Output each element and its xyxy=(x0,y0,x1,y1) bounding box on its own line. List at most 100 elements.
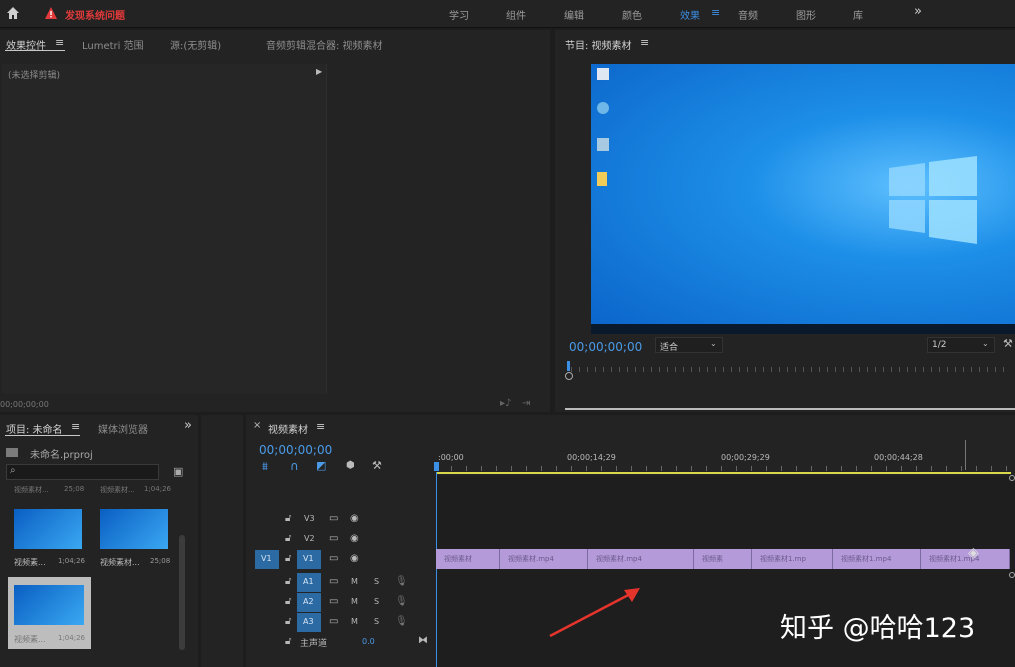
program-scrubber[interactable] xyxy=(565,361,1015,380)
desktop-icon xyxy=(597,68,609,80)
workspace-audio[interactable]: 音频 xyxy=(738,7,758,22)
workspace-assembly[interactable]: 组件 xyxy=(506,7,526,22)
track-target-a2[interactable]: A2 xyxy=(297,593,321,612)
master-volume[interactable]: 0.0 xyxy=(362,637,375,646)
workspace-learn[interactable]: 学习 xyxy=(449,7,469,22)
alert-text[interactable]: 发现系统问题 xyxy=(65,7,125,22)
panel-menu-icon[interactable]: ≡ xyxy=(71,420,80,433)
track-header-v1: V1 🔓︎ V1 ▭ ◉ xyxy=(247,550,435,570)
sync-lock-icon[interactable]: ▭ xyxy=(329,576,338,587)
fit-dropdown[interactable]: 适合 ⌄ xyxy=(655,337,723,353)
workspace-graphics[interactable]: 图形 xyxy=(796,7,816,22)
scroll-handle[interactable] xyxy=(565,372,573,380)
linked-selection-icon[interactable]: ◩ xyxy=(316,459,326,472)
solo-button[interactable]: S xyxy=(374,577,379,586)
sync-lock-icon[interactable]: ▭ xyxy=(329,596,338,607)
mute-button[interactable]: M xyxy=(351,617,358,626)
item-name: 视频素... xyxy=(14,558,46,567)
microphone-icon[interactable]: 🎙︎ xyxy=(395,576,408,587)
track-target-a3[interactable]: A3 xyxy=(297,613,321,632)
lock-icon[interactable]: 🔓︎ xyxy=(285,616,291,627)
new-bin-icon[interactable]: ▣ xyxy=(173,465,183,478)
tab-audio-clip-mixer[interactable]: 音频剪辑混合器: 视频素材 xyxy=(266,37,383,52)
track-scroll-handle[interactable] xyxy=(1009,475,1015,481)
sync-lock-icon[interactable]: ▭ xyxy=(329,513,338,524)
eye-icon[interactable]: ◉ xyxy=(350,553,359,564)
resolution-dropdown[interactable]: 1/2 ⌄ xyxy=(927,337,995,353)
source-patch-v1[interactable]: V1 xyxy=(255,550,279,569)
sync-lock-icon[interactable]: ▭ xyxy=(329,553,338,564)
more-panels-icon[interactable]: » xyxy=(184,418,192,433)
eye-icon[interactable]: ◉ xyxy=(350,533,359,544)
export-audio-icon[interactable]: ▸♪ xyxy=(500,398,511,409)
snap-icon[interactable]: ∩ xyxy=(290,459,299,473)
settings-wrench-icon[interactable]: ⚒ xyxy=(372,459,382,472)
taskbar xyxy=(591,324,1015,334)
work-area-bar[interactable] xyxy=(436,472,1011,474)
video-clip[interactable]: 视频素材.mp4 xyxy=(500,549,588,569)
timeline-title[interactable]: 视频素材 xyxy=(268,421,308,436)
project-item[interactable]: 视频素... 1;04;26 xyxy=(8,577,91,649)
solo-button[interactable]: S xyxy=(374,597,379,606)
panel-menu-icon[interactable]: ≡ xyxy=(316,420,325,433)
tab-lumetri-scopes[interactable]: Lumetri 范围 xyxy=(82,37,144,52)
nest-icon[interactable]: ⩩ xyxy=(262,460,268,474)
sync-lock-icon[interactable]: ▭ xyxy=(329,616,338,627)
solo-button[interactable]: S xyxy=(374,617,379,626)
video-frame[interactable] xyxy=(591,64,1015,334)
search-input[interactable]: ⌕ xyxy=(6,464,159,480)
warning-icon[interactable] xyxy=(44,6,58,20)
timeline-timecode[interactable]: 00;00;00;00 xyxy=(259,443,332,457)
program-timecode[interactable]: 00;00;00;00 xyxy=(569,340,642,354)
track-scroll-handle[interactable] xyxy=(1009,572,1015,578)
video-clip[interactable]: 视频素材 xyxy=(436,549,500,569)
project-item[interactable]: 视频素材... 25;08 xyxy=(94,503,174,571)
workspace-effects[interactable]: 效果 xyxy=(680,7,700,22)
workspace-color[interactable]: 颜色 xyxy=(622,7,642,22)
menu-icon[interactable]: ≡ xyxy=(711,6,720,19)
workspace-libraries[interactable]: 库 xyxy=(853,7,863,22)
eye-icon[interactable]: ◉ xyxy=(350,513,359,524)
project-item[interactable]: 视频素... 1;04;26 xyxy=(8,503,88,571)
workspace-edit[interactable]: 编辑 xyxy=(564,7,584,22)
lock-icon[interactable]: 🔓︎ xyxy=(285,576,291,587)
razor-cursor-icon: ◈ xyxy=(968,545,979,561)
track-target-a1[interactable]: A1 xyxy=(297,573,321,592)
project-scrollbar[interactable] xyxy=(179,535,185,650)
lock-icon[interactable]: 🔓︎ xyxy=(285,513,291,524)
tab-media-browser[interactable]: 媒体浏览器 xyxy=(98,421,148,436)
playhead[interactable] xyxy=(434,462,439,471)
export-frame-icon[interactable]: ⇥ xyxy=(522,398,530,409)
microphone-icon[interactable]: 🎙︎ xyxy=(395,596,408,607)
lock-icon[interactable]: 🔓︎ xyxy=(285,636,291,647)
sync-lock-icon[interactable]: ▭ xyxy=(329,533,338,544)
panel-menu-icon[interactable]: ≡ xyxy=(640,36,649,49)
video-clip[interactable]: 视频素材1.mp4 xyxy=(921,549,1010,569)
add-marker-icon[interactable]: ⬢ xyxy=(346,460,355,471)
time-ruler[interactable]: :00;00 00;00;14;29 00;00;29;29 00;00;44;… xyxy=(434,448,1015,474)
video-clip[interactable]: 视频素材1.mp xyxy=(752,549,833,569)
track-target-v1[interactable]: V1 xyxy=(297,550,321,569)
more-workspaces-icon[interactable]: » xyxy=(914,4,922,19)
lock-icon[interactable]: 🔓︎ xyxy=(285,533,291,544)
video-clip[interactable]: 视频素材.mp4 xyxy=(588,549,694,569)
lock-icon[interactable]: 🔓︎ xyxy=(285,553,291,564)
video-clip[interactable]: 视频素 xyxy=(694,549,752,569)
panel-menu-icon[interactable]: ≡ xyxy=(55,36,64,49)
program-title[interactable]: 节目: 视频素材 xyxy=(565,37,632,52)
go-to-end-icon[interactable]: ⧓ xyxy=(418,635,428,646)
playhead[interactable] xyxy=(567,361,570,371)
scrollbar[interactable] xyxy=(565,408,1015,410)
video-clip[interactable]: 视频素材1.mp4 xyxy=(833,549,921,569)
lock-icon[interactable]: 🔓︎ xyxy=(285,596,291,607)
settings-wrench-icon[interactable]: ⚒ xyxy=(1003,337,1013,350)
mute-button[interactable]: M xyxy=(351,577,358,586)
ruler-label: 00;00;29;29 xyxy=(721,453,770,462)
microphone-icon[interactable]: 🎙︎ xyxy=(395,616,408,627)
expand-arrow-icon[interactable]: ▶ xyxy=(316,67,322,76)
tab-source[interactable]: 源:(无剪辑) xyxy=(170,37,221,52)
mute-button[interactable]: M xyxy=(351,597,358,606)
home-icon[interactable] xyxy=(6,6,20,20)
tab-project[interactable]: 项目: 未命名 xyxy=(6,421,63,436)
close-icon[interactable]: × xyxy=(253,420,261,431)
